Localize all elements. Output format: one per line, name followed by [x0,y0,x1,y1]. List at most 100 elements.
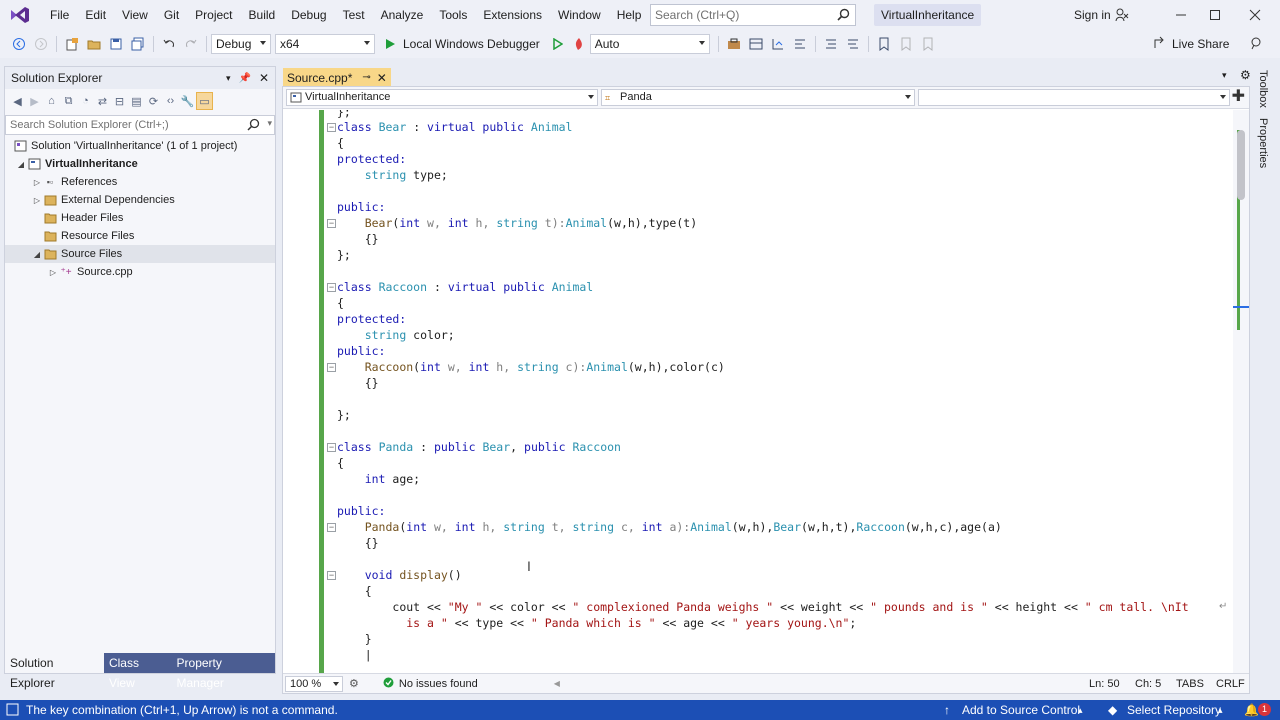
tab-overflow-dropdown-icon[interactable]: ▾ [1222,70,1227,81]
collapse-region-icon[interactable]: − [327,363,336,372]
platform-dropdown[interactable]: x64 [275,34,375,54]
start-without-debugging-icon[interactable] [546,33,568,55]
add-source-control-arrow-icon[interactable]: ↑ [944,700,950,720]
close-panel-icon[interactable]: ✕ [259,71,269,85]
toolbox-icon[interactable] [723,33,745,55]
maximize-button[interactable] [1198,0,1232,30]
menu-git[interactable]: Git [156,0,187,30]
document-tab-source-cpp[interactable]: Source.cpp* ⊸ ✕ [283,68,391,87]
preview-selected-icon[interactable]: ▭ [196,92,213,110]
output-window-icon[interactable] [6,700,19,720]
pin-icon[interactable]: 📌 [238,73,250,84]
redo-icon[interactable] [180,33,202,55]
code-text-area[interactable]: }; − class Bear : virtual public Animal … [283,110,1233,673]
split-editor-plus-icon[interactable]: ✚ [1232,89,1245,105]
tree-references[interactable]: ▷ ▪▫ References [5,173,275,191]
tree-solution[interactable]: Solution 'VirtualInheritance' (1 of 1 pr… [5,137,275,155]
scrollbar-thumb[interactable] [1237,130,1245,200]
start-debugging-icon[interactable] [379,33,401,55]
sync-icon[interactable]: ⇄ [94,92,111,110]
solution-search-input[interactable]: Search Solution Explorer (Ctrl+;) ▾ [5,115,275,135]
close-tab-icon[interactable]: ✕ [377,71,387,85]
menu-file[interactable]: File [42,0,77,30]
back-icon[interactable] [8,33,30,55]
minimize-button[interactable] [1164,0,1198,30]
home-icon[interactable]: ⌂ [43,92,60,110]
editor-settings-gear-icon[interactable]: ⚙ [1240,68,1251,82]
collapse-region-icon[interactable]: − [327,443,336,452]
zoom-dropdown[interactable]: 100 % [285,675,343,692]
collapsed-arrow-icon[interactable]: ▷ [47,268,59,277]
switch-views-icon[interactable]: ⧉ [60,92,77,110]
forward-icon[interactable] [30,33,52,55]
add-source-control-dropdown-icon[interactable]: ▴ [1078,700,1083,720]
indentation-mode[interactable]: TABS [1176,678,1204,690]
menu-view[interactable]: View [114,0,156,30]
toolbox-tab[interactable]: Toolbox [1257,70,1269,108]
menu-tools[interactable]: Tools [431,0,475,30]
menu-edit[interactable]: Edit [77,0,114,30]
uncomment-icon[interactable] [842,33,864,55]
step-icon[interactable] [767,33,789,55]
start-debugger-button[interactable]: Local Windows Debugger [403,37,540,51]
visual-studio-logo-icon[interactable] [8,5,32,25]
account-icon[interactable] [1115,8,1129,25]
bookmark-next-icon[interactable] [917,33,939,55]
align-icon[interactable] [789,33,811,55]
tree-project[interactable]: ◢ VirtualInheritance [5,155,275,173]
live-share-button[interactable]: Live Share [1153,30,1263,58]
properties-tab[interactable]: Properties [1257,118,1269,168]
select-repository-button[interactable]: Select Repository [1127,700,1221,720]
back-icon[interactable]: ◀ [9,92,26,110]
menu-build[interactable]: Build [241,0,284,30]
line-ending[interactable]: CRLF [1216,678,1245,690]
tree-header-files[interactable]: Header Files [5,209,275,227]
properties-wrench-icon[interactable]: 🔧 [179,92,196,110]
tree-resource-files[interactable]: Resource Files [5,227,275,245]
menu-debug[interactable]: Debug [283,0,334,30]
collapse-region-icon[interactable]: − [327,123,336,132]
collapse-region-icon[interactable]: − [327,219,336,228]
auto-dropdown[interactable]: Auto [589,34,710,54]
save-all-icon[interactable] [127,33,149,55]
layout-icon[interactable] [745,33,767,55]
vertical-scrollbar[interactable] [1233,110,1249,673]
horizontal-scroll-left-icon[interactable]: ◀ [554,679,560,688]
collapsed-arrow-icon[interactable]: ▷ [31,196,43,205]
type-scope-dropdown[interactable]: ⌗ Panda [601,89,915,106]
project-scope-dropdown[interactable]: VirtualInheritance [286,89,598,106]
select-repository-dropdown-icon[interactable]: ▴ [1218,700,1223,720]
tree-source-cpp[interactable]: ▷ ⁺+ Source.cpp [5,263,275,281]
menu-help[interactable]: Help [609,0,650,30]
feedback-icon[interactable] [1249,36,1263,53]
menu-analyze[interactable]: Analyze [373,0,432,30]
collapse-region-icon[interactable]: − [327,283,336,292]
tree-external-dependencies[interactable]: ▷ External Dependencies [5,191,275,209]
tree-source-files[interactable]: ◢ Source Files [5,245,275,263]
cursor-line[interactable]: Ln: 50 [1089,678,1120,690]
menu-test[interactable]: Test [335,0,373,30]
undo-icon[interactable] [158,33,180,55]
window-position-dropdown-icon[interactable]: ▾ [226,73,231,84]
collapse-region-icon[interactable]: − [327,523,336,532]
collapsed-arrow-icon[interactable]: ▷ [31,178,43,187]
notifications-bell-icon[interactable]: 🔔 [1244,700,1259,720]
tab-property-manager[interactable]: Property Manager [172,653,275,690]
pin-tab-icon[interactable]: ⊸ [362,72,370,83]
open-folder-icon[interactable] [83,33,105,55]
menu-project[interactable]: Project [187,0,240,30]
issues-status[interactable]: No issues found [399,678,478,690]
solution-name-badge[interactable]: VirtualInheritance [874,4,982,26]
menu-extensions[interactable]: Extensions [475,0,550,30]
expanded-arrow-icon[interactable]: ◢ [15,160,27,169]
intellicode-icon[interactable]: ⚙ [349,677,359,690]
tab-solution-explorer[interactable]: Solution Explorer [5,653,104,690]
new-project-icon[interactable] [61,33,83,55]
comment-icon[interactable] [820,33,842,55]
git-repository-icon[interactable]: ◆ [1108,700,1117,720]
expanded-arrow-icon[interactable]: ◢ [31,250,43,259]
bookmark-icon[interactable] [873,33,895,55]
save-icon[interactable] [105,33,127,55]
cursor-column[interactable]: Ch: 5 [1135,678,1161,690]
pending-changes-filter-icon[interactable]: ◔ [77,92,94,110]
